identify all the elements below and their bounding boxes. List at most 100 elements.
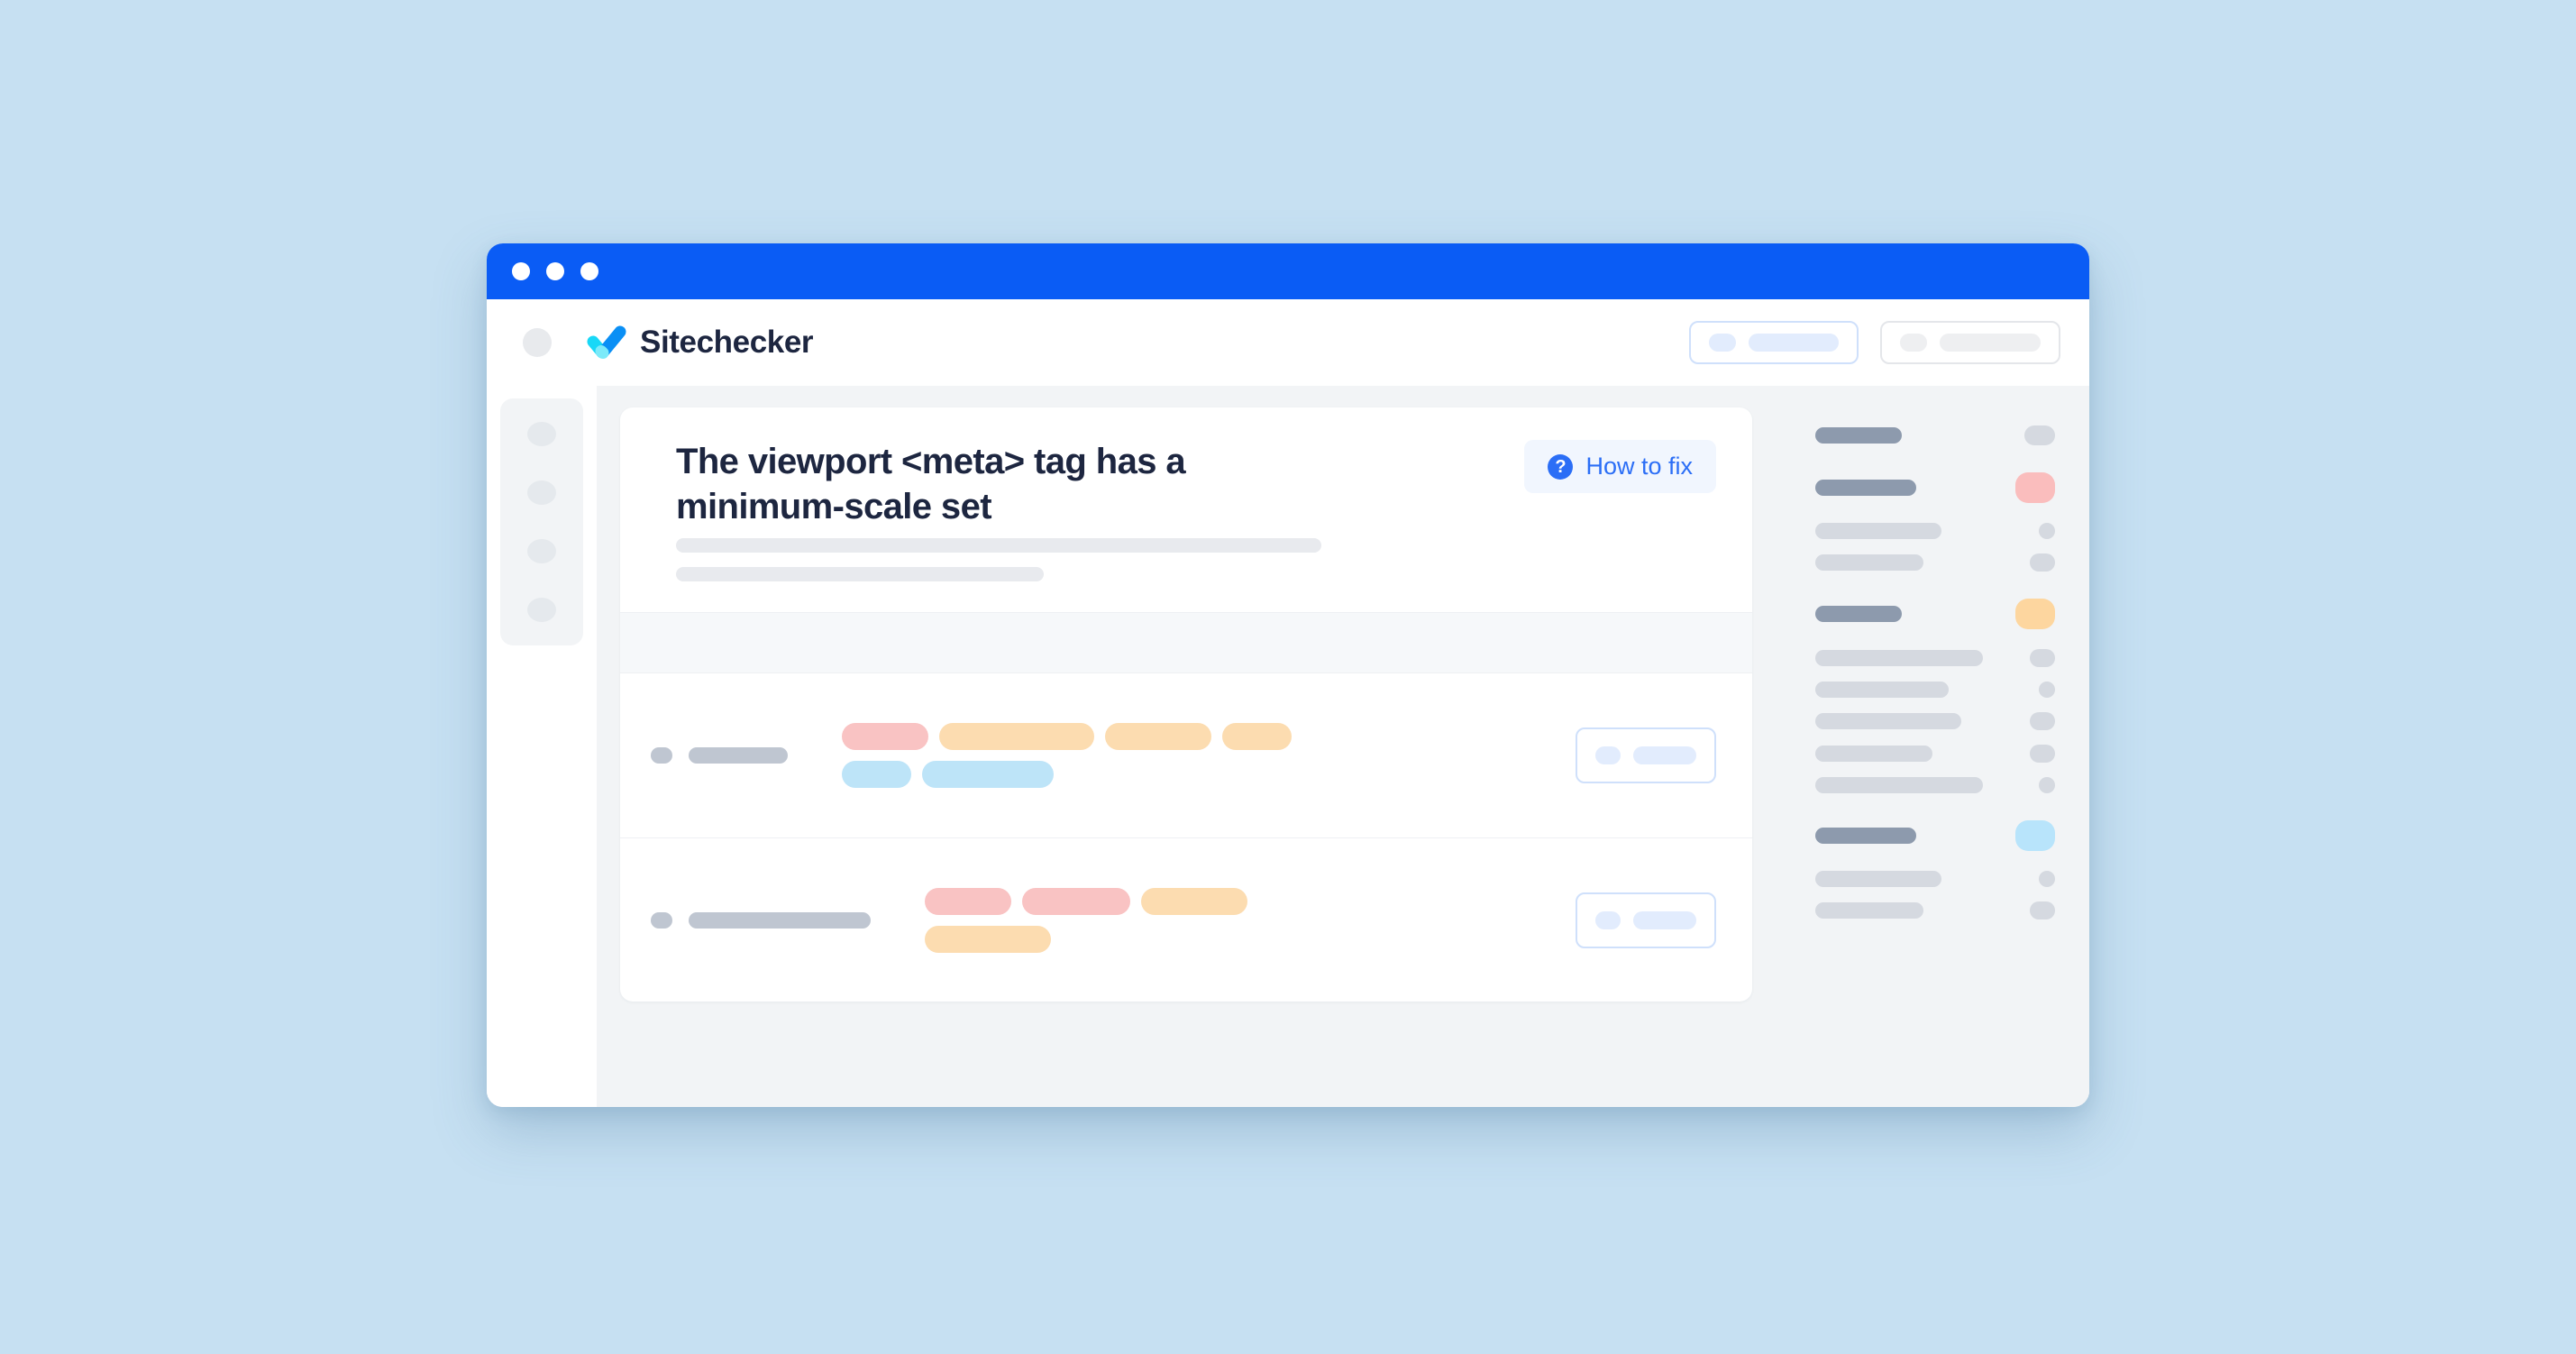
nav-circle-icon-2[interactable] [527,480,556,505]
issue-title-block: The viewport <meta> tag has a minimum-sc… [676,440,1506,582]
list-item[interactable] [1815,682,2055,698]
list-item-label [1815,777,1983,793]
list-item[interactable] [1815,649,2055,667]
sitechecker-check-logo-icon [586,325,627,361]
status-badge [2039,871,2055,887]
window-titlebar [487,243,2089,299]
nav-circle-icon-1[interactable] [527,422,556,446]
row-bullet-icon [651,911,672,929]
status-badge [2030,649,2055,667]
brand: Sitechecker [586,325,814,361]
list-item-label [1815,480,1916,496]
nav-circle-icon-3[interactable] [527,539,556,563]
left-sidebar [487,386,597,1107]
list-item-label [1815,746,1932,762]
status-badge [2015,820,2055,851]
tag-chip [925,887,1011,915]
list-item[interactable] [1815,820,2055,851]
list-item[interactable] [1815,599,2055,629]
list-item-label [1815,902,1923,919]
tag-chip [842,723,928,751]
dot-placeholder-icon [1900,334,1927,352]
window-close-dot-icon[interactable] [512,262,530,280]
list-item[interactable] [1815,553,2055,572]
subtitle-placeholder-1 [676,538,1321,553]
left-sidebar-panel [500,398,583,645]
table-row[interactable] [620,837,1752,1002]
status-badge [2030,553,2055,572]
issue-card: The viewport <meta> tag has a minimum-sc… [620,407,1752,1002]
how-to-fix-label: How to fix [1585,453,1693,480]
header-actions [1689,321,2060,364]
secondary-header-button[interactable] [1880,321,2060,364]
app-body: The viewport <meta> tag has a minimum-sc… [487,386,2089,1107]
dot-placeholder-icon [1595,910,1621,929]
row-label-placeholder [689,911,871,929]
row-label-placeholder [689,747,788,764]
list-item-label [1815,713,1961,729]
tag-chip [922,761,1054,789]
list-item-label [1815,523,1941,539]
subtitle-placeholder-2 [676,567,1044,582]
list-item-label [1815,828,1916,844]
list-item-label [1815,650,1983,666]
dot-placeholder-icon [1709,334,1736,352]
browser-window: Sitechecker The viewport <meta> tag has … [487,243,2089,1107]
list-item[interactable] [1815,745,2055,763]
status-badge [2030,745,2055,763]
status-badge [2015,599,2055,629]
status-badge [2015,472,2055,503]
right-sidebar-group [1815,599,2055,793]
question-mark-icon: ? [1548,453,1574,480]
tag-chip [939,723,1094,751]
tag-chip [1105,723,1211,751]
row-tag-group [925,887,1375,953]
right-sidebar-group [1815,820,2055,919]
label-placeholder [1633,910,1696,929]
window-minimize-dot-icon[interactable] [546,262,564,280]
list-item[interactable] [1815,901,2055,919]
right-sidebar [1777,386,2089,1107]
right-sidebar-group [1815,425,2055,445]
list-item[interactable] [1815,712,2055,730]
issue-card-header: The viewport <meta> tag has a minimum-sc… [620,407,1752,612]
menu-placeholder-icon[interactable] [523,328,552,357]
list-item[interactable] [1815,425,2055,445]
status-badge [2039,777,2055,793]
tag-chip [1022,887,1130,915]
primary-header-button[interactable] [1689,321,1859,364]
list-item-label [1815,554,1923,571]
how-to-fix-button[interactable]: ? How to fix [1524,440,1716,493]
nav-circle-icon-4[interactable] [527,598,556,622]
page-title: The viewport <meta> tag has a minimum-sc… [676,442,1186,526]
list-item[interactable] [1815,472,2055,503]
tag-chip [925,925,1051,953]
status-badge [2024,425,2055,445]
list-item-label [1815,682,1949,698]
table-row[interactable] [620,673,1752,837]
list-item[interactable] [1815,523,2055,539]
row-label [651,747,788,764]
row-bullet-icon [651,747,672,764]
list-item-label [1815,871,1941,887]
window-maximize-dot-icon[interactable] [580,262,598,280]
list-item-label [1815,606,1902,622]
tag-chip [1222,723,1292,751]
row-tag-group [842,723,1293,789]
list-item[interactable] [1815,871,2055,887]
status-badge [2030,901,2055,919]
row-label [651,911,871,929]
status-badge [2030,712,2055,730]
label-placeholder [1633,746,1696,765]
row-action-button[interactable] [1576,892,1716,948]
status-badge [2039,523,2055,539]
label-placeholder [1940,334,2041,352]
list-item[interactable] [1815,777,2055,793]
status-badge [2039,682,2055,698]
dot-placeholder-icon [1595,746,1621,765]
brand-name: Sitechecker [640,325,814,360]
list-item-label [1815,427,1902,444]
row-action-button[interactable] [1576,727,1716,784]
tag-chip [842,761,911,789]
table-header-band [620,612,1752,674]
